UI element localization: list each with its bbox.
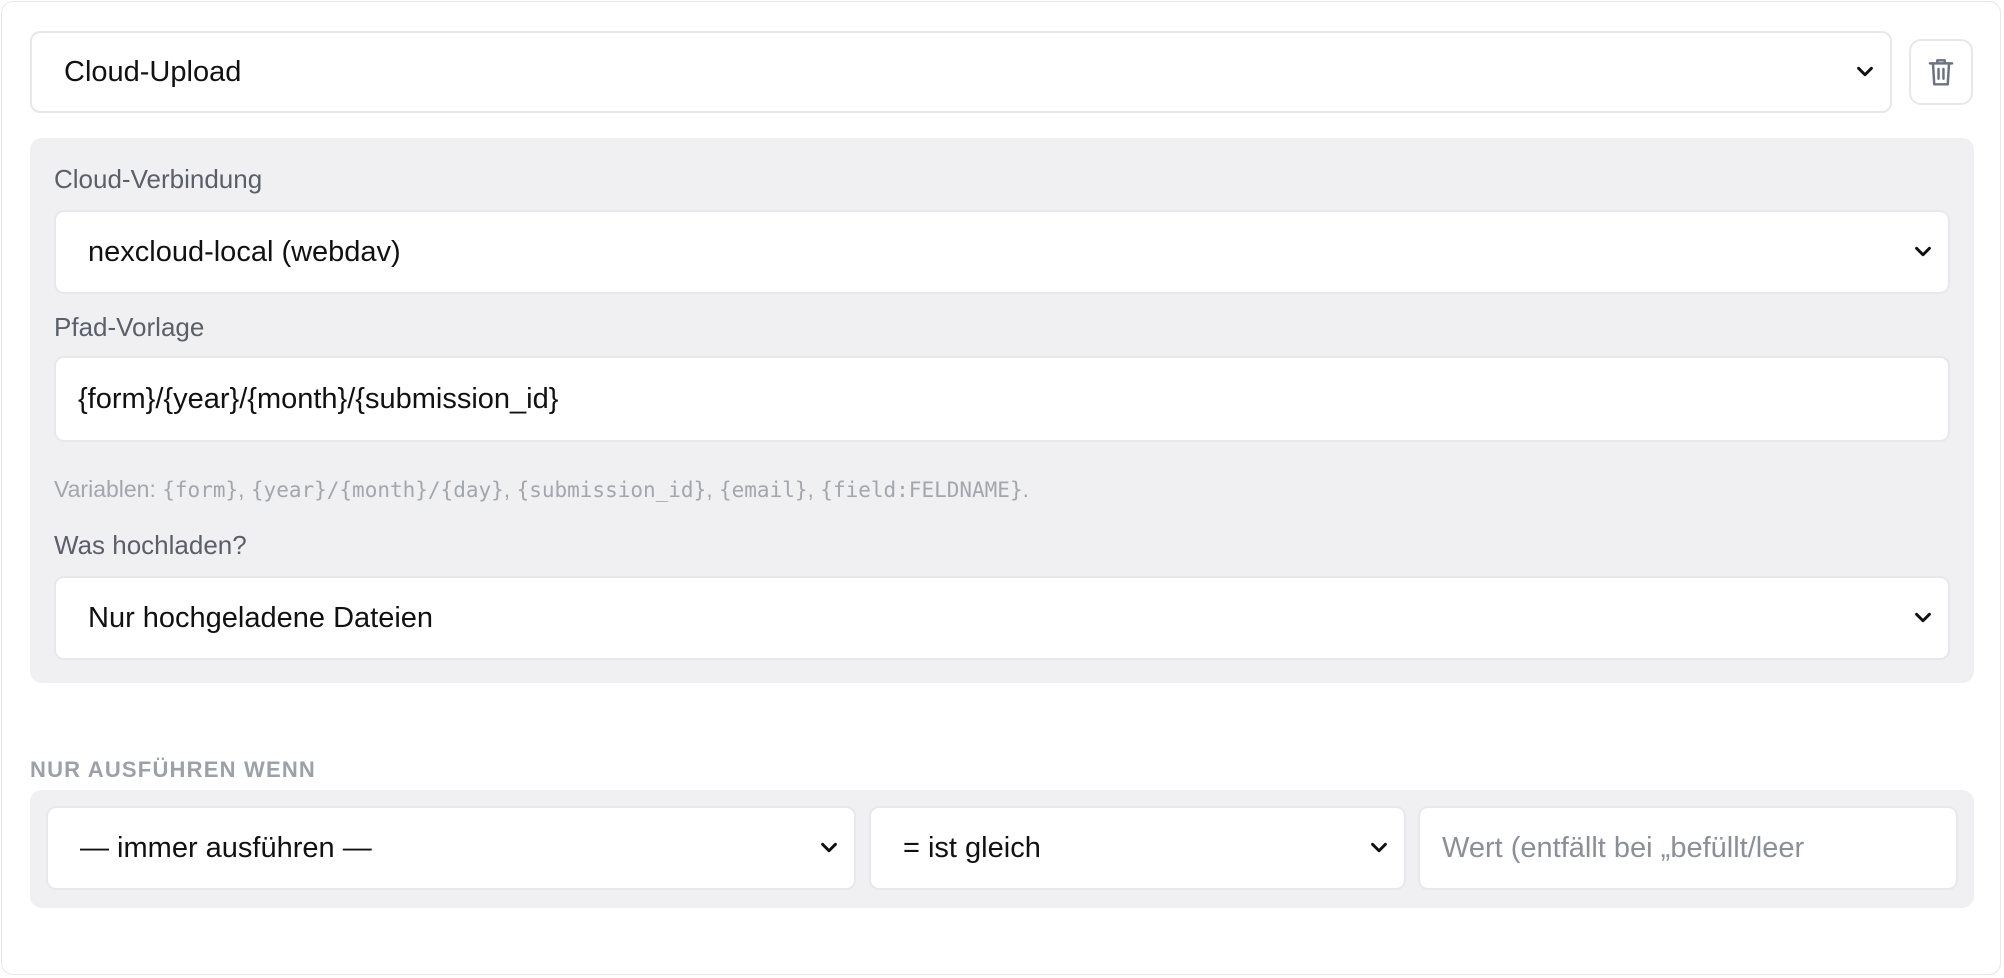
- action-type-select[interactable]: Cloud-Upload: [30, 31, 1892, 113]
- variable-submission-id: {submission_id}: [516, 478, 707, 502]
- condition-section-title: NUR AUSFÜHREN WENN: [30, 757, 316, 782]
- chevron-down-icon: [1371, 842, 1387, 853]
- upload-what-value: Nur hochgeladene Dateien: [88, 601, 434, 634]
- condition-value-placeholder: Wert (entfällt bei „befüllt/leer: [1442, 831, 1805, 864]
- connection-label: Cloud-Verbindung: [54, 164, 263, 194]
- connection-select[interactable]: nexcloud-local (webdav): [54, 210, 1950, 294]
- delete-action-button[interactable]: [1909, 39, 1973, 105]
- variable-form: {form}: [162, 478, 239, 502]
- path-template-input[interactable]: {form}/{year}/{month}/{submission_id}: [54, 356, 1950, 442]
- upload-what-label: Was hochladen?: [54, 530, 247, 560]
- condition-operator-value: = ist gleich: [903, 831, 1041, 864]
- action-type-value: Cloud-Upload: [64, 55, 242, 88]
- connection-value: nexcloud-local (webdav): [88, 235, 401, 268]
- chevron-down-icon: [821, 842, 837, 853]
- upload-what-select[interactable]: Nur hochgeladene Dateien: [54, 576, 1950, 660]
- variable-email: {email}: [719, 478, 808, 502]
- path-variables-hint: Variablen: {form}, {year}/{month}/{day},…: [54, 476, 1029, 502]
- path-template-value: {form}/{year}/{month}/{submission_id}: [78, 382, 559, 415]
- condition-value-input[interactable]: Wert (entfällt bei „befüllt/leer: [1418, 806, 1958, 890]
- path-template-label: Pfad-Vorlage: [54, 312, 205, 342]
- variable-field: {field:FELDNAME}: [820, 478, 1023, 502]
- chevron-down-icon: [1915, 246, 1931, 257]
- condition-field-select[interactable]: — immer ausführen —: [46, 806, 856, 890]
- chevron-down-icon: [1915, 612, 1931, 623]
- condition-field-value: — immer ausführen —: [80, 831, 372, 864]
- trash-icon: [1928, 59, 1954, 86]
- variable-date: {year}/{month}/{day}: [250, 478, 504, 502]
- chevron-down-icon: [1857, 66, 1873, 77]
- condition-operator-select[interactable]: = ist gleich: [869, 806, 1406, 890]
